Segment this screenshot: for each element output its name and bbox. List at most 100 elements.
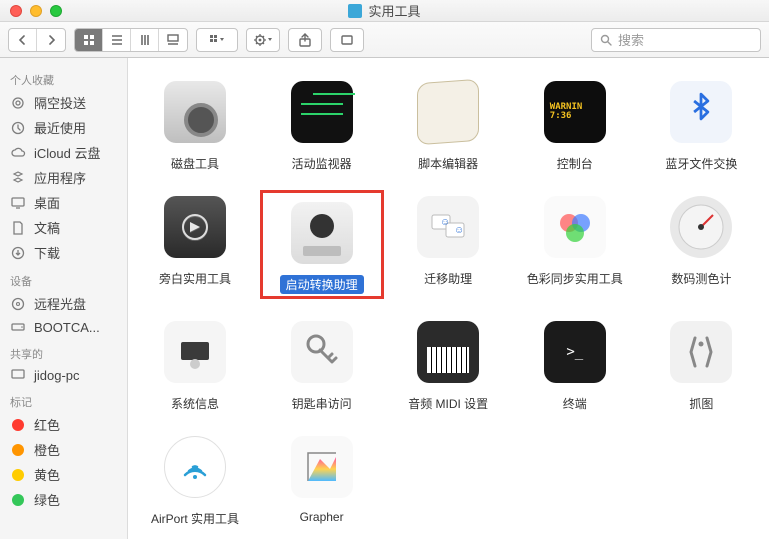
sidebar-item-label: iCloud 云盘	[34, 143, 100, 162]
tag-icon	[10, 492, 26, 508]
sidebar-item-label: BOOTCA...	[34, 320, 100, 335]
app-item[interactable]: Grapher	[261, 431, 383, 528]
app-item[interactable]: 脚本编辑器	[387, 76, 509, 173]
disc-icon	[10, 296, 26, 312]
airdrop-icon	[10, 95, 26, 111]
app-item[interactable]: 启动转换助理	[261, 191, 383, 298]
sidebar-section-label: 设备	[0, 271, 127, 291]
content-area: 磁盘工具 活动监视器 脚本编辑器 WARNIN 7:36控制台蓝牙文件交换旁白实用工具…	[128, 58, 769, 539]
sidebar-item[interactable]: BOOTCA...	[0, 316, 127, 338]
app-item[interactable]: WARNIN 7:36控制台	[514, 76, 636, 173]
app-item[interactable]: 蓝牙文件交换	[640, 76, 762, 173]
keychain-app-icon	[286, 316, 358, 388]
app-label: 系统信息	[165, 394, 225, 413]
app-item[interactable]: 钥匙串访问	[261, 316, 383, 413]
tags-button[interactable]	[330, 28, 364, 52]
forward-button[interactable]	[37, 29, 65, 51]
app-label: 终端	[557, 394, 593, 413]
sidebar-item-label: 黄色	[34, 465, 60, 484]
app-label: 钥匙串访问	[286, 394, 358, 413]
server-icon	[10, 367, 26, 383]
app-item[interactable]: 抓图	[640, 316, 762, 413]
app-item[interactable]: AirPort 实用工具	[134, 431, 256, 528]
search-field[interactable]: 搜索	[591, 28, 761, 52]
app-label: 色彩同步实用工具	[521, 269, 629, 288]
drive-icon	[10, 319, 26, 335]
sidebar-item[interactable]: iCloud 云盘	[0, 140, 127, 165]
meter-app-icon	[665, 191, 737, 263]
sidebar-item-label: 文稿	[34, 218, 60, 237]
sidebar-item-label: 绿色	[34, 490, 60, 509]
downloads-icon	[10, 245, 26, 261]
sysinfo-app-icon	[159, 316, 231, 388]
app-label: 脚本编辑器	[412, 154, 484, 173]
bt-app-icon	[665, 76, 737, 148]
sidebar-item[interactable]: jidog-pc	[0, 364, 127, 386]
app-label: 迁移助理	[418, 269, 478, 288]
app-label: 旁白实用工具	[153, 269, 237, 288]
disk-app-icon	[159, 76, 231, 148]
migrate-app-icon: ☺☺	[412, 191, 484, 263]
app-item[interactable]: 磁盘工具	[134, 76, 256, 173]
app-label: 活动监视器	[286, 154, 358, 173]
window-title-text: 实用工具	[368, 1, 420, 20]
app-item[interactable]: ☺☺ 迁移助理	[387, 191, 509, 298]
titlebar: 实用工具	[0, 0, 769, 22]
sidebar-item[interactable]: 桌面	[0, 190, 127, 215]
app-item[interactable]: 数码测色计	[640, 191, 762, 298]
sidebar-item[interactable]: 远程光盘	[0, 291, 127, 316]
tag-icon	[10, 467, 26, 483]
sidebar-item-label: 红色	[34, 415, 60, 434]
sidebar-item[interactable]: 红色	[0, 412, 127, 437]
app-label: 抓图	[683, 394, 719, 413]
app-item[interactable]: 色彩同步实用工具	[514, 191, 636, 298]
tag-icon	[10, 442, 26, 458]
sidebar-item-label: 隔空投送	[34, 93, 86, 112]
script-app-icon	[412, 76, 484, 148]
console-app-icon: WARNIN 7:36	[539, 76, 611, 148]
sidebar-item-label: 下载	[34, 243, 60, 262]
sidebar-item[interactable]: 绿色	[0, 487, 127, 512]
sidebar-item-label: 远程光盘	[34, 294, 86, 313]
grapher-app-icon	[286, 431, 358, 503]
action-button[interactable]	[246, 28, 280, 52]
sidebar-item-label: 应用程序	[34, 168, 86, 187]
view-switcher	[74, 28, 188, 52]
list-view-button[interactable]	[103, 29, 131, 51]
app-item[interactable]: >_ 终端	[514, 316, 636, 413]
app-item[interactable]: 系统信息	[134, 316, 256, 413]
app-label: 音频 MIDI 设置	[402, 394, 494, 413]
sidebar-item[interactable]: 最近使用	[0, 115, 127, 140]
toolbar: 搜索	[0, 22, 769, 58]
gallery-view-button[interactable]	[159, 29, 187, 51]
sidebar-item[interactable]: 黄色	[0, 462, 127, 487]
desktop-icon	[10, 195, 26, 211]
sidebar-item[interactable]: 应用程序	[0, 165, 127, 190]
docs-icon	[10, 220, 26, 236]
sidebar-item[interactable]: 隔空投送	[0, 90, 127, 115]
term-app-icon: >_	[539, 316, 611, 388]
nav-buttons	[8, 28, 66, 52]
svg-text:☺: ☺	[454, 225, 464, 236]
search-icon	[600, 34, 612, 46]
app-item[interactable]: 活动监视器	[261, 76, 383, 173]
app-label: Grapher	[294, 509, 350, 525]
arrange-group	[196, 28, 238, 52]
app-item[interactable]: 音频 MIDI 设置	[387, 316, 509, 413]
app-label: 磁盘工具	[165, 154, 225, 173]
share-button[interactable]	[288, 28, 322, 52]
sidebar-item[interactable]: 橙色	[0, 437, 127, 462]
sidebar-item[interactable]: 文稿	[0, 215, 127, 240]
app-item[interactable]: 旁白实用工具	[134, 191, 256, 298]
arrange-button[interactable]	[197, 29, 237, 51]
icon-view-button[interactable]	[75, 29, 103, 51]
boot-app-icon	[286, 197, 358, 269]
sidebar-item[interactable]: 下载	[0, 240, 127, 265]
sidebar-item-label: 橙色	[34, 440, 60, 459]
activity-app-icon	[286, 76, 358, 148]
back-button[interactable]	[9, 29, 37, 51]
color-app-icon	[539, 191, 611, 263]
app-label: 数码测色计	[665, 269, 737, 288]
sidebar-section-label: 个人收藏	[0, 70, 127, 90]
column-view-button[interactable]	[131, 29, 159, 51]
